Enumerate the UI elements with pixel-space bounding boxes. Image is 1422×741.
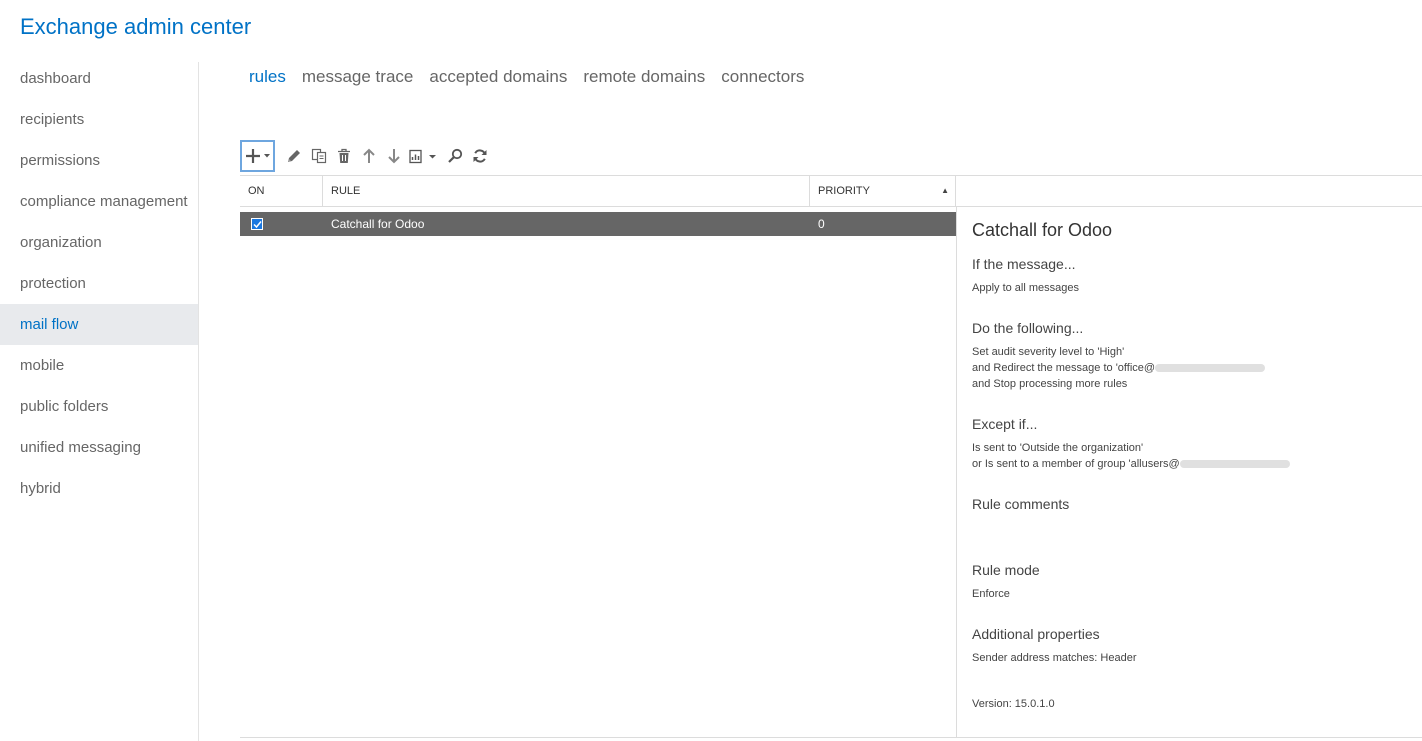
copy-icon — [311, 148, 326, 164]
sidebar-item-recipients[interactable]: recipients — [0, 99, 198, 140]
toolbar — [240, 140, 492, 172]
sidebar-item-unified-messaging[interactable]: unified messaging — [0, 427, 198, 468]
sidebar-item-organization[interactable]: organization — [0, 222, 198, 263]
search-icon — [447, 148, 462, 163]
details-do-line: and Stop processing more rules — [972, 378, 1128, 390]
details-pane: Catchall for Odoo If the message... Appl… — [972, 220, 1412, 712]
redacted-email — [1155, 364, 1266, 373]
delete-button[interactable] — [331, 141, 356, 171]
rule-enabled-cell — [240, 218, 323, 230]
redacted-email — [1179, 460, 1290, 469]
export-icon — [409, 149, 436, 164]
edit-button[interactable] — [281, 141, 306, 171]
details-except-heading: Except if... — [972, 416, 1038, 432]
details-do-line-text: and Redirect the message to 'office@ — [972, 362, 1156, 374]
table-row[interactable]: Catchall for Odoo 0 — [240, 212, 956, 236]
rule-enabled-checkbox[interactable] — [251, 218, 263, 230]
sidebar-item-protection[interactable]: protection — [0, 263, 198, 304]
details-do-line: and Redirect the message to 'office@ — [972, 360, 1412, 376]
sidebar-divider — [198, 62, 199, 741]
column-header-rule[interactable]: RULE — [323, 176, 810, 206]
tab-rules[interactable]: rules — [249, 67, 286, 87]
details-mode-value: Enforce — [972, 588, 1010, 600]
tab-remote-domains[interactable]: remote domains — [583, 67, 705, 87]
refresh-icon — [473, 149, 486, 163]
tab-connectors[interactable]: connectors — [721, 67, 804, 87]
column-header-priority[interactable]: PRIORITY ▲ — [810, 176, 956, 206]
sort-ascending-icon: ▲ — [941, 186, 949, 195]
details-title: Catchall for Odoo — [972, 220, 1113, 240]
check-icon — [252, 220, 262, 228]
sidebar-item-dashboard[interactable]: dashboard — [0, 58, 198, 99]
details-mode-heading: Rule mode — [972, 562, 1040, 578]
column-header-on[interactable]: ON — [240, 176, 323, 206]
delete-icon — [337, 148, 350, 163]
rule-name-cell: Catchall for Odoo — [331, 217, 425, 231]
app-title: Exchange admin center — [20, 14, 252, 39]
details-except-line-text: or Is sent to a member of group 'alluser… — [972, 458, 1180, 470]
copy-button[interactable] — [306, 141, 331, 171]
sidebar-item-compliance-management[interactable]: compliance management — [0, 181, 198, 222]
grid-bottom-border — [240, 737, 1422, 738]
move-down-button[interactable] — [381, 141, 406, 171]
tab-bar: rules message trace accepted domains rem… — [249, 67, 820, 87]
sidebar-item-mail-flow[interactable]: mail flow — [0, 304, 198, 345]
rules-grid-header: ON RULE PRIORITY ▲ — [240, 175, 1422, 207]
details-if-heading: If the message... — [972, 256, 1076, 272]
details-divider — [956, 207, 957, 738]
details-comments-heading: Rule comments — [972, 496, 1070, 512]
details-except-line: or Is sent to a member of group 'alluser… — [972, 456, 1412, 472]
add-button[interactable] — [240, 140, 275, 172]
details-if-line: Apply to all messages — [972, 282, 1079, 294]
details-props-value: Sender address matches: Header — [972, 652, 1137, 664]
move-up-button[interactable] — [356, 141, 381, 171]
sidebar: dashboard recipients permissions complia… — [0, 58, 198, 509]
sidebar-item-mobile[interactable]: mobile — [0, 345, 198, 386]
move-up-icon — [362, 148, 375, 163]
column-header-priority-label: PRIORITY — [818, 185, 870, 197]
details-props-heading: Additional properties — [972, 626, 1100, 642]
refresh-button[interactable] — [467, 141, 492, 171]
rule-priority-cell: 0 — [818, 217, 825, 231]
add-icon — [245, 149, 270, 163]
details-version: Version: 15.0.1.0 — [972, 698, 1055, 710]
tab-accepted-domains[interactable]: accepted domains — [429, 67, 567, 87]
details-do-heading: Do the following... — [972, 320, 1084, 336]
tab-message-trace[interactable]: message trace — [302, 67, 414, 87]
sidebar-item-hybrid[interactable]: hybrid — [0, 468, 198, 509]
sidebar-item-public-folders[interactable]: public folders — [0, 386, 198, 427]
sidebar-item-permissions[interactable]: permissions — [0, 140, 198, 181]
export-button[interactable] — [406, 141, 442, 171]
edit-icon — [287, 150, 300, 162]
details-do-line: Set audit severity level to 'High' — [972, 346, 1125, 358]
move-down-icon — [387, 149, 400, 164]
search-button[interactable] — [442, 141, 467, 171]
details-except-line: Is sent to 'Outside the organization' — [972, 442, 1144, 454]
